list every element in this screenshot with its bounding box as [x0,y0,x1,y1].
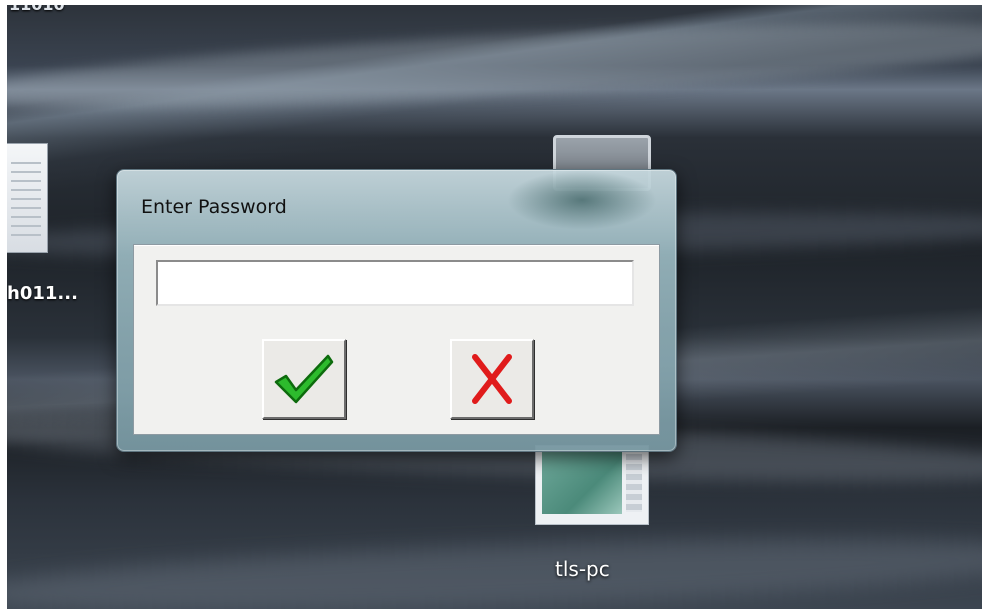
wallpaper-streak [7,6,982,124]
file-desktop-icon-label[interactable]: h011... [7,283,78,304]
password-input[interactable] [156,260,634,306]
computer-desktop-icon-label[interactable]: tls-pc [555,557,610,581]
monitor-screen-icon [542,452,622,514]
wallpaper-streak [7,525,982,609]
close-icon [472,354,512,404]
dialog-body [133,244,660,435]
document-icon [11,162,41,242]
desktop-icon-label-partial: 11010 [9,5,65,14]
computer-tower-icon [626,454,642,512]
file-desktop-icon[interactable] [7,143,48,253]
dialog-title: Enter Password [141,196,287,218]
cancel-button[interactable] [450,339,534,419]
checkmark-icon [274,354,334,404]
computer-desktop-icon[interactable] [535,445,649,525]
title-bar-glow [507,170,657,230]
enter-password-dialog: Enter Password [116,169,677,452]
ok-button[interactable] [262,339,346,419]
